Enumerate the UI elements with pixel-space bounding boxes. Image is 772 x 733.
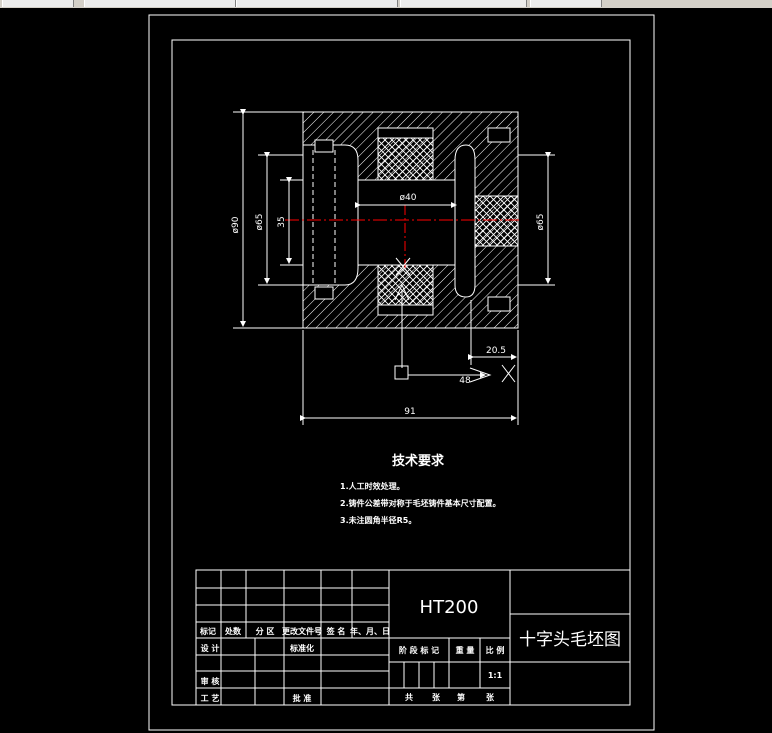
layout-tab[interactable]: [236, 0, 398, 7]
label-total: 共: [405, 692, 413, 702]
toolbar-strip: [0, 0, 772, 8]
dim-d90: ø90: [231, 216, 241, 233]
label-sheets: 张: [432, 693, 441, 702]
label-sheets-2: 张: [486, 693, 495, 702]
rev-header-zone: 分 区: [256, 626, 275, 636]
dim-d40: ø40: [400, 193, 417, 203]
scale-value: 1:1: [488, 671, 503, 680]
note-1: 1.人工时效处理。: [340, 481, 405, 491]
label-page: 第: [457, 692, 465, 702]
dim-d91: 91: [404, 407, 415, 417]
rev-header-sign: 签 名: [326, 626, 346, 636]
dim-d35: 35: [277, 216, 287, 227]
dim-d20-5: 20.5: [486, 346, 506, 356]
rev-header-date: 年、月、日: [350, 626, 390, 636]
label-review: 审 核: [201, 676, 220, 686]
dim-d65-left: ø65: [255, 214, 265, 231]
rev-header-count: 处数: [224, 626, 242, 636]
rev-header-mark: 标记: [199, 626, 216, 636]
note-2: 2.铸件公差带对称于毛坯铸件基本尺寸配置。: [340, 498, 501, 508]
dim-d48: 48: [459, 376, 471, 386]
layout-tab[interactable]: [400, 0, 527, 7]
drawing-canvas: ø90 ø65 35 ø40 ø65 20.5 48 91 技术要求 1.人工时…: [148, 14, 655, 731]
note-3: 3.未注圆角半径R5。: [340, 515, 416, 525]
label-stage-mark: 阶 段 标 记: [399, 645, 439, 655]
label-approve: 批 准: [293, 693, 312, 703]
layout-tab[interactable]: [84, 0, 236, 7]
label-standardize: 标准化: [289, 643, 314, 653]
label-design: 设 计: [201, 643, 220, 653]
layout-tab[interactable]: [530, 0, 602, 7]
notes-title: 技术要求: [392, 453, 445, 469]
label-process: 工 艺: [201, 693, 220, 703]
part-name: 十字头毛坯图: [519, 630, 621, 650]
label-weight: 重 量: [456, 645, 475, 655]
material: HT200: [420, 597, 479, 618]
label-scale: 比 例: [486, 645, 505, 655]
rev-header-doc: 更改文件号: [282, 626, 322, 636]
layout-tab[interactable]: [2, 0, 74, 7]
dim-d65-right: ø65: [536, 214, 546, 231]
